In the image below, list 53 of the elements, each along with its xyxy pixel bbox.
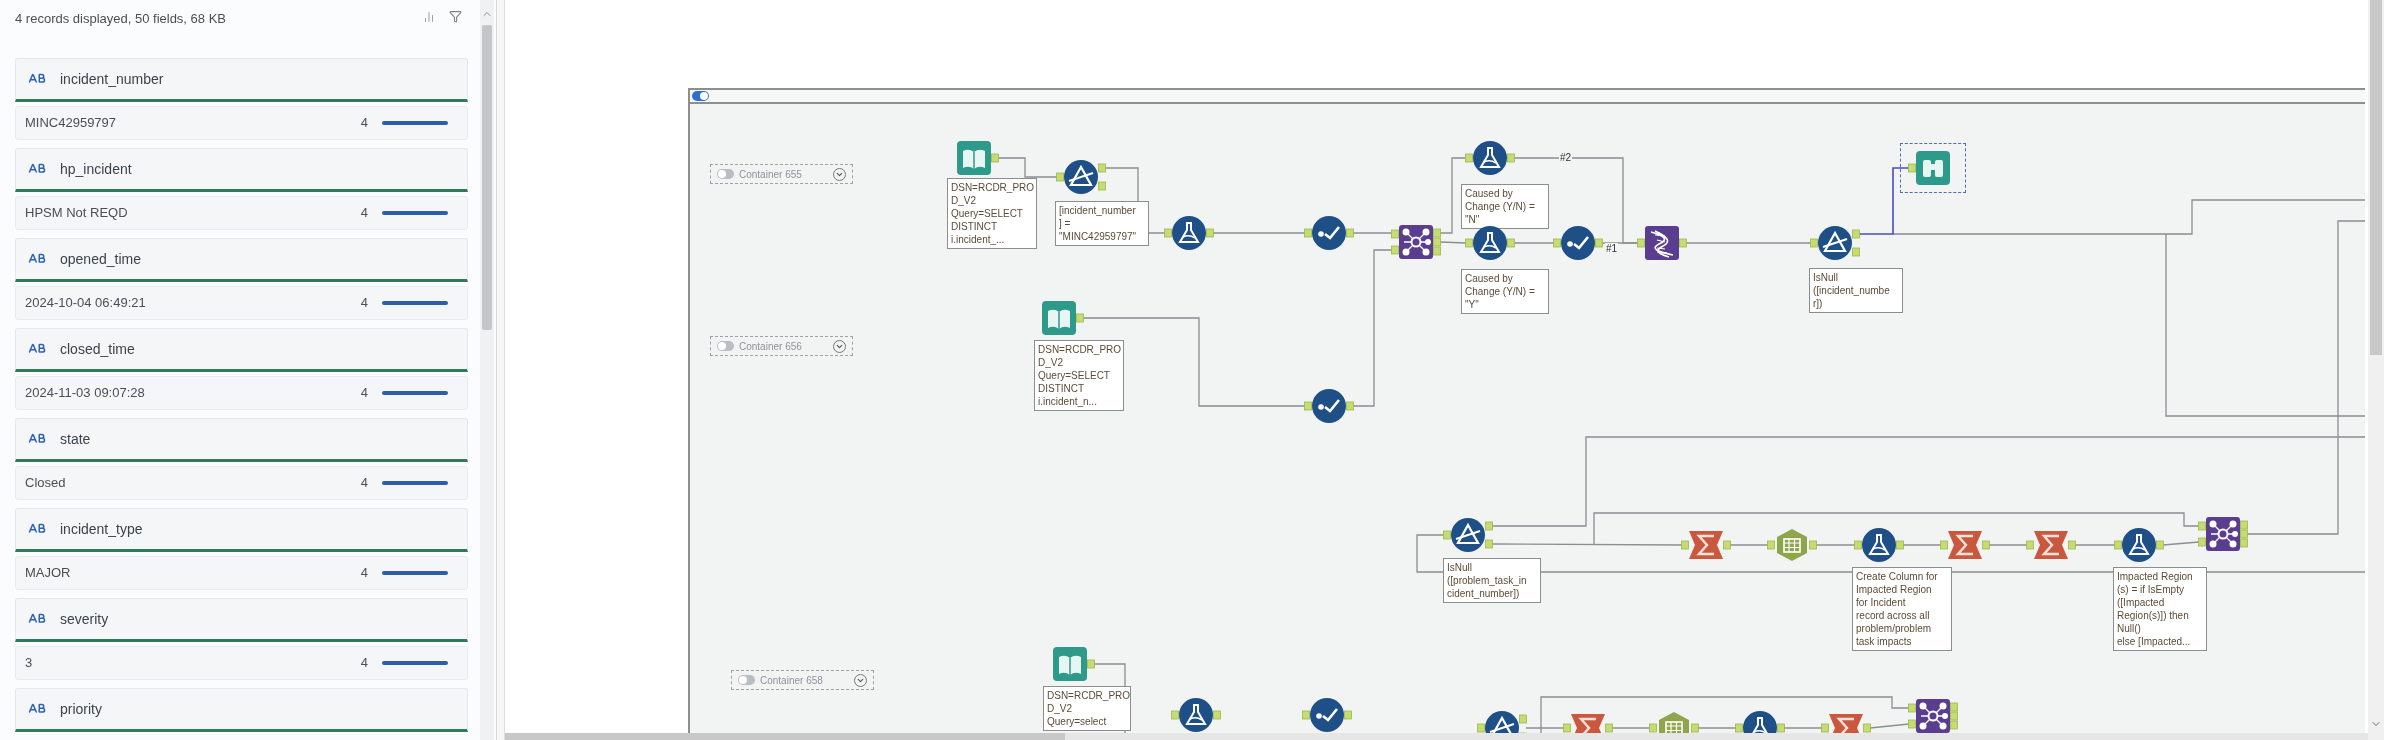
- value-row[interactable]: 2024-10-04 06:49:21 4: [15, 286, 468, 320]
- container-label: Container 656: [739, 339, 803, 354]
- value-row[interactable]: Closed 4: [15, 466, 468, 500]
- connection-label: #1: [1605, 243, 1619, 254]
- tool-annotation: Create Column for Impacted Region for Incident record across all problem/problem task impacts: [1852, 567, 1952, 651]
- tool-annotation: DSN=RCDR_PRO D_V2 Query=SELECT DISTINCT i.incident_n...: [1034, 340, 1124, 411]
- value-row[interactable]: HPSM Not REQD 4: [15, 196, 468, 230]
- value-row[interactable]: 3 4: [15, 646, 468, 680]
- field-name: closed_time: [60, 339, 135, 359]
- field-name: opened_time: [60, 249, 141, 269]
- field-name: hp_incident: [60, 159, 132, 179]
- tool-annotation: IsNull ([problem_task_in cident_number]): [1443, 558, 1541, 603]
- tool-annotation: DSN=RCDR_PRO D_V2 Query=SELECT DISTINCT i.incident_...: [947, 178, 1037, 249]
- field-value: MAJOR: [25, 564, 72, 583]
- field-value: 2024-11-03 09:07:28: [25, 384, 146, 403]
- value-count: 4: [360, 114, 368, 133]
- value-row[interactable]: 2024-11-03 09:07:28 4: [15, 376, 468, 410]
- value-row[interactable]: MAJOR 4: [15, 556, 468, 590]
- records-summary: 4 records displayed, 50 fields, 68 KB: [15, 10, 227, 28]
- value-row[interactable]: MINC42959797 4: [15, 106, 468, 140]
- tool-annotation: [incident_number ] = "MINC42959797": [1055, 201, 1149, 246]
- tool-annotation: Impacted Region (s) = if IsEmpty ([Impacted Region(s)]) then Null() else [Impacted...: [2113, 567, 2207, 651]
- field-header[interactable]: closed_time: [15, 328, 468, 372]
- value-count: 4: [360, 204, 368, 223]
- field-value: 3: [25, 654, 34, 673]
- field-header[interactable]: opened_time: [15, 238, 468, 282]
- field-header[interactable]: priority: [15, 688, 468, 732]
- field-name: incident_number: [60, 69, 164, 89]
- value-count: 4: [360, 294, 368, 313]
- field-header[interactable]: severity: [15, 598, 468, 642]
- value-count: 4: [360, 654, 368, 673]
- field-value: HPSM Not REQD: [25, 204, 129, 223]
- tool-annotation: DSN=RCDR_PRO D_V2 Query=select: [1043, 686, 1131, 731]
- value-count: 4: [360, 564, 368, 583]
- field-header[interactable]: state: [15, 418, 468, 462]
- container-label: Container 658: [760, 673, 824, 688]
- tool-annotation: IsNull ([incident_numbe r]): [1809, 268, 1903, 313]
- container-label: Container 655: [739, 167, 803, 182]
- value-count: 4: [360, 384, 368, 403]
- field-value: 2024-10-04 06:49:21: [25, 294, 147, 313]
- field-name: incident_type: [60, 519, 143, 539]
- tool-annotation: Caused by Change (Y/N) = "N": [1461, 184, 1549, 229]
- field-value: Closed: [25, 474, 67, 493]
- field-name: state: [60, 429, 91, 449]
- field-name: priority: [60, 699, 102, 719]
- field-header[interactable]: incident_number: [15, 58, 468, 102]
- tool-annotation: Caused by Change (Y/N) = "Y": [1461, 269, 1549, 314]
- value-count: 4: [360, 474, 368, 493]
- field-value: MINC42959797: [25, 114, 118, 133]
- field-header[interactable]: hp_incident: [15, 148, 468, 192]
- connection-label: #2: [1559, 152, 1573, 163]
- field-name: severity: [60, 609, 109, 629]
- field-header[interactable]: incident_type: [15, 508, 468, 552]
